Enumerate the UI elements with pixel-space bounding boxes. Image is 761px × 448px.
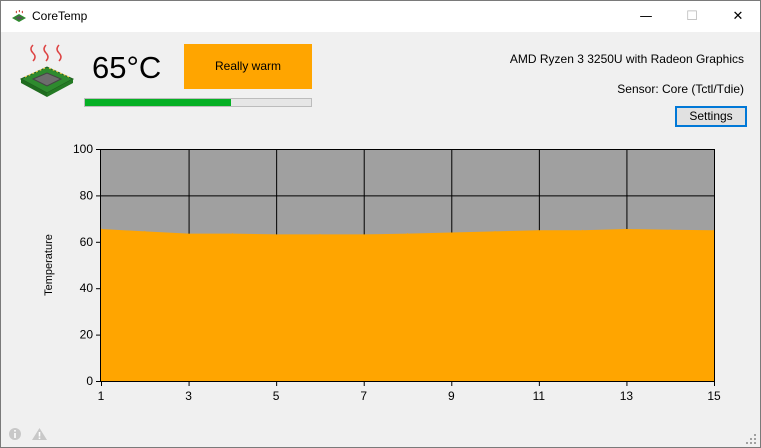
data-point — [669, 229, 671, 231]
maximize-button[interactable]: ☐ — [669, 1, 715, 32]
y-tick-label: 80 — [80, 188, 94, 202]
warning-icon[interactable] — [31, 427, 48, 441]
y-tick-label: 0 — [86, 374, 93, 388]
resize-grip-icon[interactable] — [745, 433, 757, 445]
temperature-status-badge: Really warm — [184, 44, 312, 89]
y-tick-label: 20 — [80, 328, 94, 342]
window-title: CoreTemp — [32, 9, 88, 23]
minimize-button[interactable]: — — [623, 1, 669, 32]
data-point — [319, 233, 321, 235]
x-tick-label: 11 — [533, 389, 546, 403]
sensor-label: Sensor: Core (Tctl/Tdie) — [617, 82, 744, 96]
coretemp-window: CoreTemp — ☐ ✕ 65°C Really warm AMD Ryze… — [0, 0, 761, 448]
y-axis-label: Temperature — [43, 234, 55, 296]
x-tick-label: 5 — [273, 389, 280, 403]
settings-button[interactable]: Settings — [675, 106, 747, 127]
y-tick-label: 60 — [80, 235, 94, 249]
data-point — [582, 229, 584, 231]
temperature-progress-fill — [85, 99, 231, 106]
data-point — [144, 230, 146, 232]
data-point — [231, 233, 233, 235]
x-tick-label: 3 — [185, 389, 192, 403]
temperature-area-series — [101, 229, 714, 381]
x-tick-label: 7 — [360, 389, 367, 403]
x-tick-label: 1 — [98, 389, 105, 403]
temperature-progress-bar — [84, 98, 312, 107]
temperature-chart: 0204060801001 3 5 7 9 11 13 15Temperature — [43, 142, 721, 403]
temperature-value: 65°C — [92, 50, 162, 85]
data-point — [407, 233, 408, 235]
cpu-name: AMD Ryzen 3 3250U with Radeon Graphics — [509, 52, 744, 66]
info-icon[interactable] — [8, 427, 22, 441]
cpu-chip-icon — [12, 10, 26, 22]
hot-cpu-icon — [19, 44, 75, 97]
x-tick-label: 9 — [448, 389, 455, 403]
title-bar[interactable]: CoreTemp — ☐ ✕ — [1, 1, 760, 32]
x-tick-label: 13 — [620, 389, 634, 403]
data-point — [494, 230, 496, 232]
x-tick-label: 15 — [707, 389, 721, 403]
y-tick-label: 40 — [80, 281, 94, 295]
close-button[interactable]: ✕ — [715, 1, 761, 32]
y-tick-label: 100 — [73, 142, 93, 156]
